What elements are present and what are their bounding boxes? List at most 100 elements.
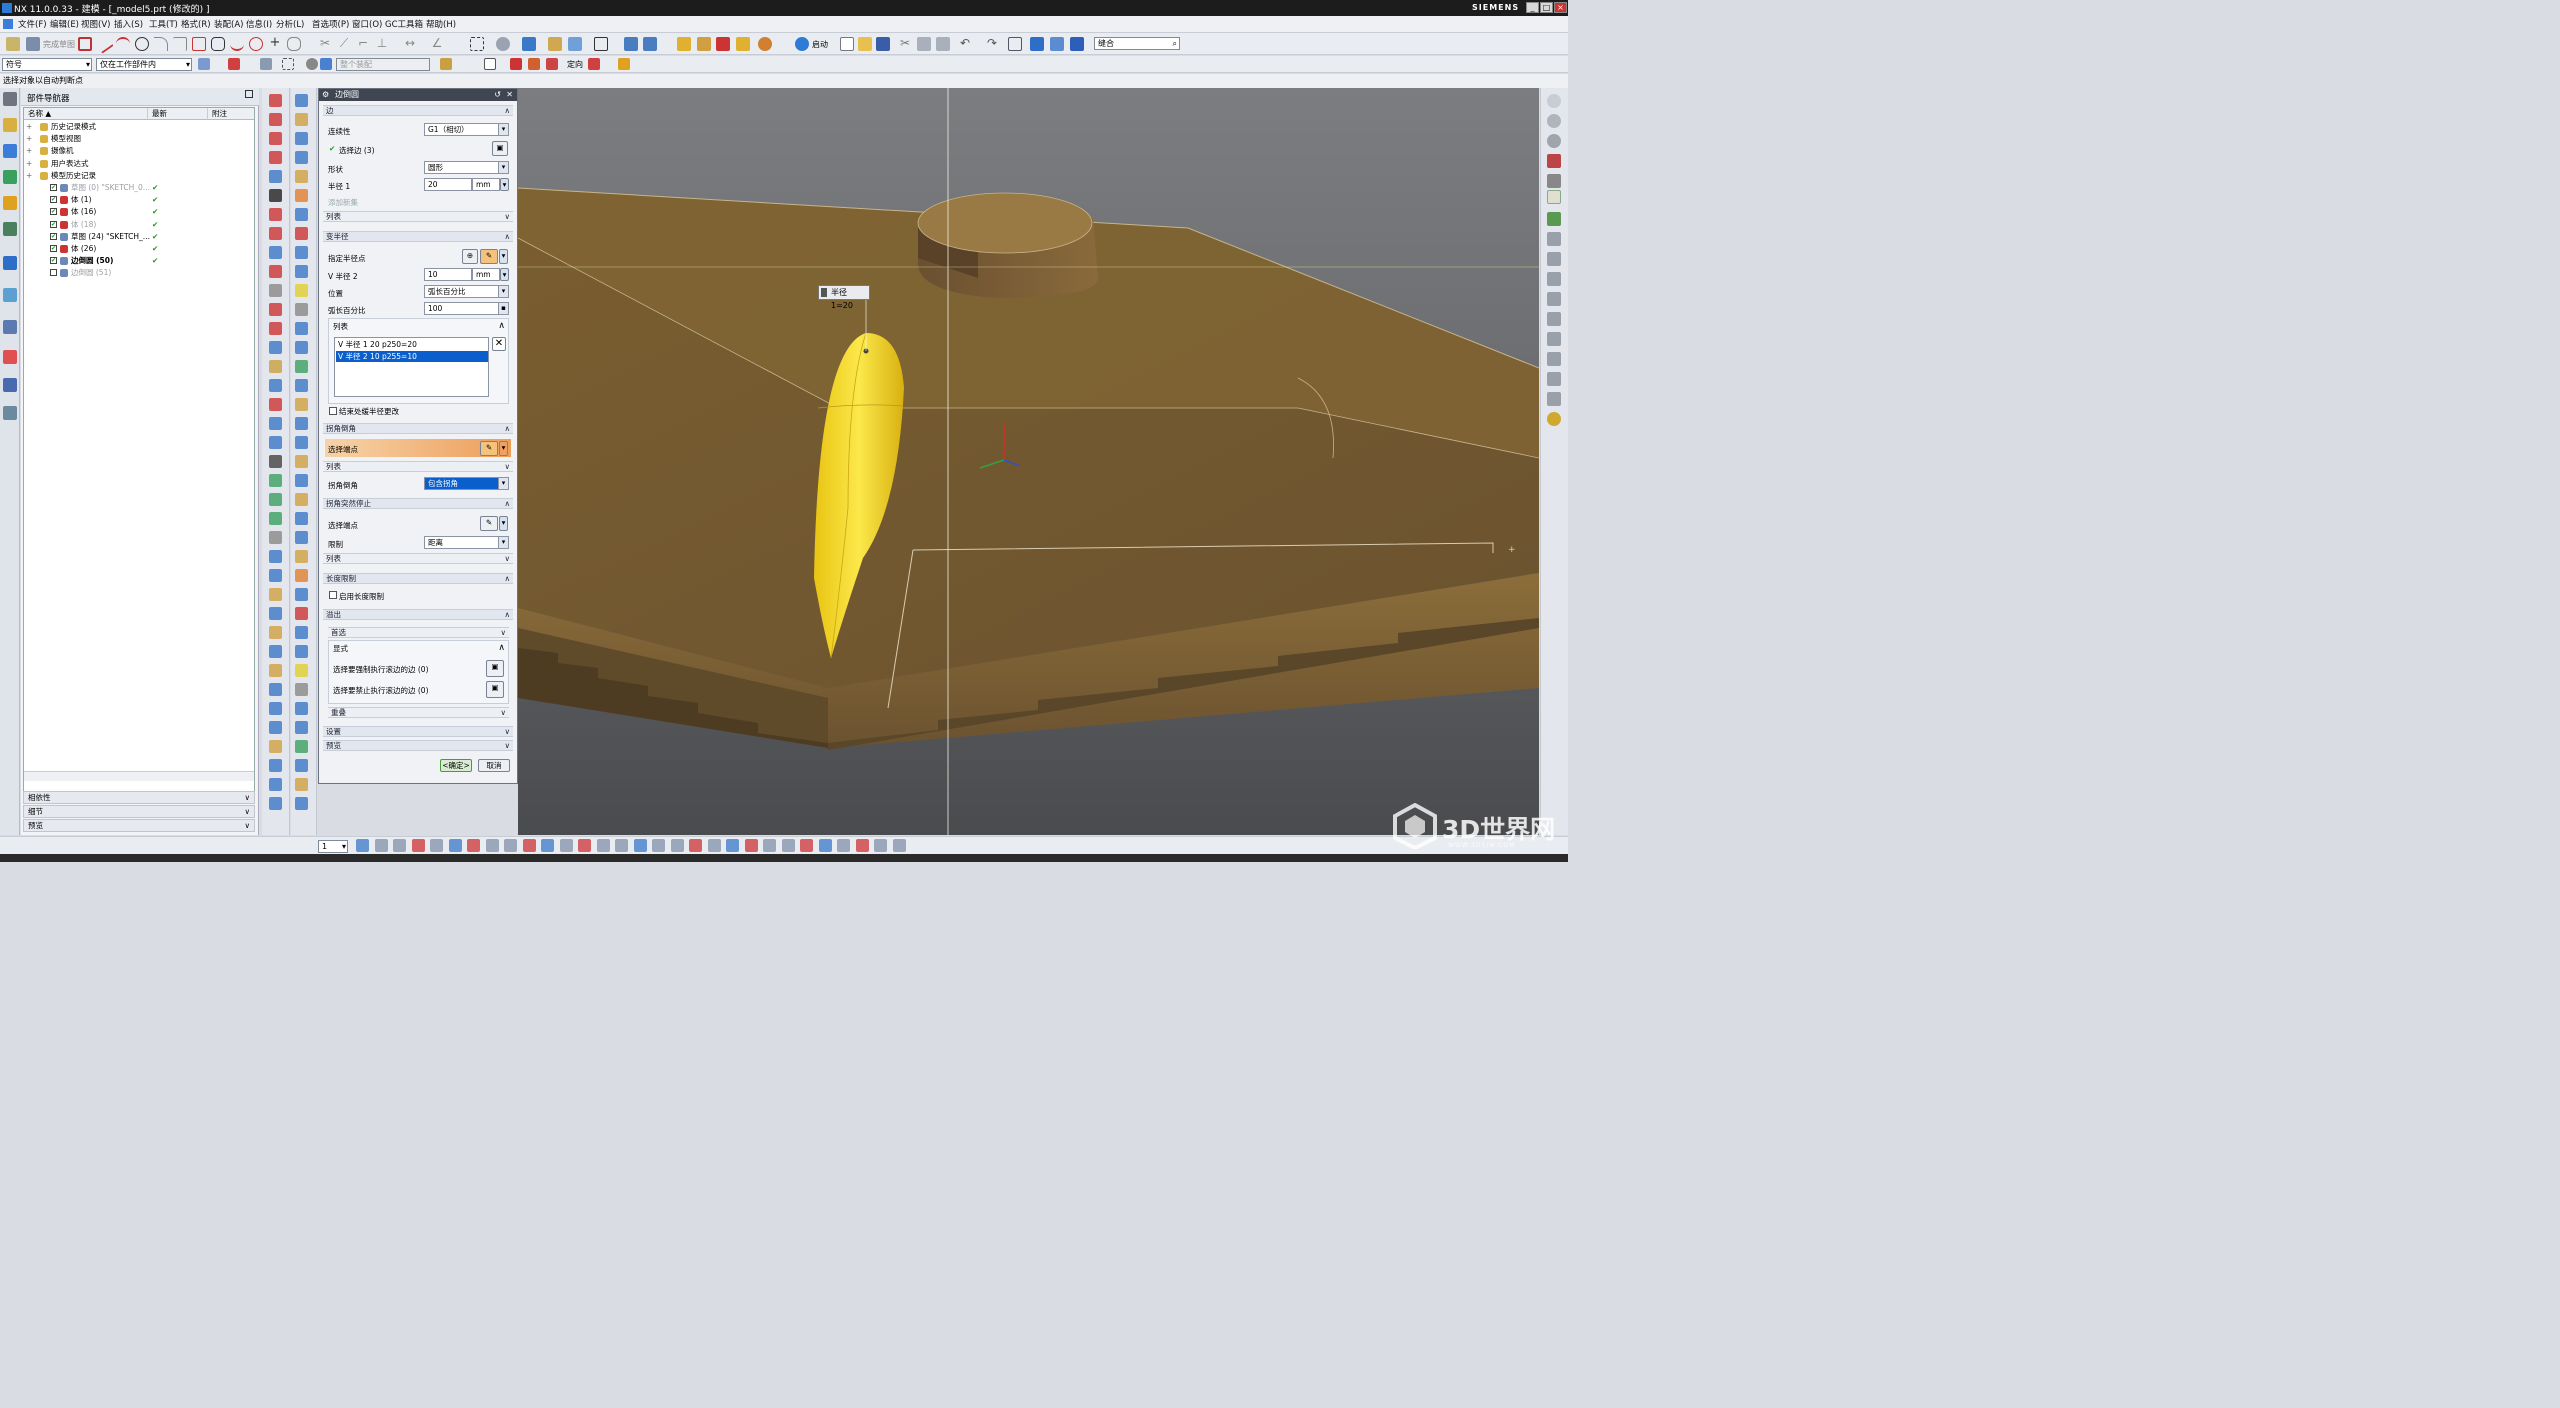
- ellipse-icon[interactable]: [249, 37, 263, 51]
- continuity-select[interactable]: G1（相切） ▾: [424, 123, 509, 136]
- vr2-input[interactable]: 10: [424, 268, 472, 281]
- draft-feature-tool-icon[interactable]: [295, 417, 308, 430]
- edit-section-icon[interactable]: [594, 37, 608, 51]
- thread-tool-icon[interactable]: [295, 702, 308, 715]
- arc-icon[interactable]: [116, 37, 130, 51]
- geometric-constraint-icon[interactable]: ∠: [430, 37, 444, 51]
- wireframe-snap-icon[interactable]: [356, 839, 369, 852]
- face-blend-tool-icon[interactable]: [295, 360, 308, 373]
- studio-sphere-icon[interactable]: [1547, 114, 1561, 128]
- shaded-sphere-icon[interactable]: [1547, 94, 1561, 108]
- menu-analysis[interactable]: 分析(L): [276, 18, 304, 30]
- shell-feature-tool-icon[interactable]: [295, 398, 308, 411]
- tree-row[interactable]: + 用户表达式: [24, 158, 254, 170]
- var-list-box[interactable]: V 半径 1 20 p250=20 V 半径 2 10 p255=10: [334, 337, 489, 397]
- point-icon[interactable]: +: [268, 36, 282, 51]
- pocket-feature-tool-icon[interactable]: [295, 246, 308, 259]
- tree-row[interactable]: + 历史记录模式: [24, 121, 254, 133]
- menu-help[interactable]: 帮助(H): [426, 18, 456, 30]
- corner-list-toggle[interactable]: 列表 ∨: [323, 461, 513, 472]
- rotate-snap-icon[interactable]: [726, 839, 739, 852]
- save-icon[interactable]: [876, 37, 890, 51]
- snap-line-icon[interactable]: [484, 58, 496, 70]
- visibility-checkbox[interactable]: ✔: [50, 257, 57, 265]
- hidden-edge-snap-icon[interactable]: [393, 839, 406, 852]
- vr2-menu-button[interactable]: ▾: [500, 268, 509, 281]
- menu-gc-toolkit[interactable]: GC工具箱: [385, 18, 423, 30]
- menu-tools[interactable]: 工具(T): [149, 18, 178, 30]
- finish-sketch-label[interactable]: 完成草图: [43, 39, 75, 50]
- offset-curve-icon[interactable]: [287, 37, 301, 51]
- shell-tool-icon[interactable]: [269, 550, 282, 563]
- deselect-icon[interactable]: [260, 58, 272, 70]
- shape-select[interactable]: 圆形 ▾: [424, 161, 509, 174]
- var-list-row[interactable]: V 半径 1 20 p250=20: [336, 339, 488, 350]
- extrude-feature-tool-icon[interactable]: [295, 170, 308, 183]
- show-hide-icon[interactable]: [548, 37, 562, 51]
- column-name[interactable]: 名称 ▲: [24, 108, 147, 120]
- layer-icon[interactable]: [568, 37, 582, 51]
- menu-insert[interactable]: 插入(S): [114, 18, 143, 30]
- tangent-snap-icon[interactable]: [578, 839, 591, 852]
- menu-window[interactable]: 窗口(O): [352, 18, 382, 30]
- stop-vertex-menu-button[interactable]: ▾: [499, 516, 508, 531]
- curve-snap-icon[interactable]: [485, 839, 499, 852]
- menu-edit[interactable]: 编辑(E): [50, 18, 79, 30]
- open-file-icon[interactable]: [858, 37, 872, 51]
- zoom-snap-icon[interactable]: [707, 839, 721, 852]
- vertex-inference-button[interactable]: ✎: [480, 441, 498, 456]
- spline-tool-icon[interactable]: [269, 227, 282, 240]
- close-icon[interactable]: ✕: [506, 89, 513, 101]
- visibility-checkbox[interactable]: [50, 269, 57, 277]
- visibility-checkbox[interactable]: ✔: [50, 184, 57, 191]
- pocket-tool-icon[interactable]: [269, 797, 282, 810]
- intersection-snap-icon[interactable]: [559, 839, 573, 852]
- menu-assembly[interactable]: 装配(A): [214, 18, 243, 30]
- type-filter-select[interactable]: 符号 ▾: [2, 58, 92, 71]
- right-view-icon[interactable]: [1547, 352, 1561, 366]
- preference-toggle[interactable]: 首选 ∨: [328, 627, 509, 638]
- prevent-roll-button[interactable]: ▣: [486, 681, 504, 698]
- reuse-library-tab-icon[interactable]: [3, 196, 17, 210]
- system-materials-tab-icon[interactable]: [3, 320, 17, 334]
- curvature-icon[interactable]: [758, 37, 772, 51]
- section-dependencies[interactable]: 相依性 ∨: [23, 791, 255, 804]
- cylinder-top[interactable]: [917, 192, 1093, 254]
- copy-icon[interactable]: [917, 37, 931, 51]
- cone-tool-icon[interactable]: [295, 132, 308, 145]
- cone-tool-icon[interactable]: [295, 512, 308, 525]
- visibility-checkbox[interactable]: ✔: [50, 245, 57, 252]
- menu-view[interactable]: 视图(V): [81, 18, 110, 30]
- vr2-unit[interactable]: mm: [472, 268, 500, 281]
- radius1-menu-button[interactable]: ▾: [500, 178, 509, 191]
- extract-tool-icon[interactable]: [269, 341, 282, 354]
- hole-tool-icon[interactable]: [269, 759, 282, 772]
- fillet-sketch-icon[interactable]: [154, 37, 168, 51]
- light-icon[interactable]: [1547, 412, 1561, 426]
- make-corner-icon[interactable]: ⌐: [356, 37, 370, 51]
- person-icon[interactable]: [1547, 232, 1561, 246]
- pocket-feature-tool-icon[interactable]: [295, 626, 308, 639]
- orient-icon[interactable]: [588, 58, 600, 70]
- move-object-icon[interactable]: [624, 37, 638, 51]
- offset-face-tool-icon[interactable]: [269, 360, 282, 373]
- rectangle-icon[interactable]: [192, 37, 206, 51]
- expand-icon[interactable]: +: [26, 145, 32, 157]
- menu-file[interactable]: 文件(F): [18, 18, 47, 30]
- block-tool-icon[interactable]: [295, 474, 308, 487]
- touch-mode-icon[interactable]: [1030, 37, 1044, 51]
- vertex-snap-icon[interactable]: [467, 839, 480, 852]
- isometric-icon[interactable]: [1547, 252, 1561, 266]
- profile-icon[interactable]: [78, 37, 92, 51]
- composite-tool-icon[interactable]: [269, 322, 282, 335]
- pattern-tool-icon[interactable]: [269, 683, 282, 696]
- limit-select[interactable]: 距离 ▾: [424, 536, 509, 549]
- offset-region-tool-icon[interactable]: [295, 436, 308, 449]
- sphere-tool-icon[interactable]: [269, 246, 282, 259]
- wcs-icon[interactable]: [643, 37, 657, 51]
- wireframe-snap-icon[interactable]: [837, 839, 850, 852]
- shell-feature-tool-icon[interactable]: [295, 778, 308, 791]
- point-inference-button[interactable]: ✎: [480, 249, 498, 264]
- top-view-icon[interactable]: [1547, 332, 1561, 346]
- bridge-tool-icon[interactable]: [269, 303, 282, 316]
